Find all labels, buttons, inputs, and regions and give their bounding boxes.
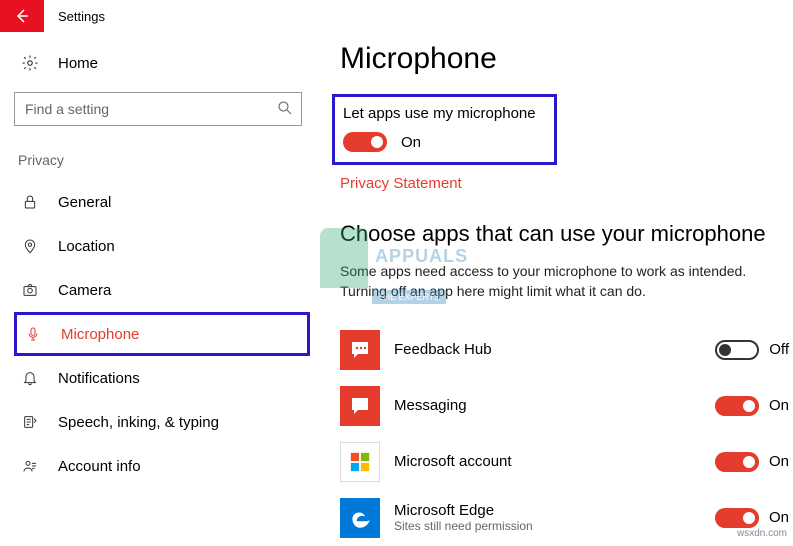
sidebar-item-camera[interactable]: Camera bbox=[14, 268, 310, 312]
sidebar: Home Privacy General Location Camera Mic… bbox=[0, 32, 312, 543]
search-icon bbox=[276, 99, 294, 122]
app-toggle-state: Off bbox=[769, 341, 789, 358]
sidebar-item-notifications[interactable]: Notifications bbox=[14, 356, 310, 400]
sidebar-item-label: Camera bbox=[58, 282, 111, 299]
app-name: Feedback Hub bbox=[394, 341, 715, 358]
app-toggle-messaging[interactable] bbox=[715, 396, 759, 416]
sidebar-item-account[interactable]: Account info bbox=[14, 444, 310, 488]
app-name: Microsoft Edge bbox=[394, 502, 715, 519]
lock-icon bbox=[20, 194, 40, 210]
sidebar-item-microphone[interactable]: Microphone bbox=[14, 312, 310, 356]
speech-icon bbox=[20, 414, 40, 430]
app-toggle-microsoft-account[interactable] bbox=[715, 452, 759, 472]
feedback-hub-icon bbox=[340, 330, 380, 370]
sidebar-item-location[interactable]: Location bbox=[14, 224, 310, 268]
nav-group-label: Privacy bbox=[18, 152, 312, 168]
app-toggle-state: On bbox=[769, 509, 789, 526]
app-row-messaging: Messaging On bbox=[340, 378, 793, 434]
app-subtext: Sites still need permission bbox=[394, 519, 715, 533]
sidebar-item-general[interactable]: General bbox=[14, 180, 310, 224]
search-input[interactable] bbox=[14, 92, 302, 126]
master-toggle-label: Let apps use my microphone bbox=[343, 105, 536, 122]
arrow-left-icon bbox=[14, 8, 30, 24]
sidebar-item-label: Speech, inking, & typing bbox=[58, 414, 219, 431]
home-label: Home bbox=[58, 55, 98, 72]
location-icon bbox=[20, 238, 40, 254]
camera-icon bbox=[20, 282, 40, 298]
app-toggle-feedback-hub[interactable] bbox=[715, 340, 759, 360]
app-toggle-state: On bbox=[769, 397, 789, 414]
privacy-statement-link[interactable]: Privacy Statement bbox=[340, 175, 462, 192]
sidebar-item-label: Location bbox=[58, 238, 115, 255]
back-button[interactable] bbox=[0, 0, 44, 32]
window-title: Settings bbox=[58, 9, 105, 24]
home-nav[interactable]: Home bbox=[14, 46, 312, 80]
sidebar-item-label: Account info bbox=[58, 458, 141, 475]
sidebar-item-label: General bbox=[58, 194, 111, 211]
account-icon bbox=[20, 458, 40, 474]
sidebar-item-speech[interactable]: Speech, inking, & typing bbox=[14, 400, 310, 444]
messaging-icon bbox=[340, 386, 380, 426]
app-name: Messaging bbox=[394, 397, 715, 414]
bell-icon bbox=[20, 370, 40, 386]
app-toggle-microsoft-edge[interactable] bbox=[715, 508, 759, 528]
app-row-microsoft-edge: Microsoft Edge Sites still need permissi… bbox=[340, 490, 793, 546]
sidebar-item-label: Notifications bbox=[58, 370, 140, 387]
master-toggle[interactable] bbox=[343, 132, 387, 152]
app-row-microsoft-account: Microsoft account On bbox=[340, 434, 793, 490]
apps-description: Some apps need access to your microphone… bbox=[340, 261, 760, 302]
app-toggle-state: On bbox=[769, 453, 789, 470]
gear-icon bbox=[20, 54, 40, 72]
master-toggle-state: On bbox=[401, 134, 421, 151]
apps-subheading: Choose apps that can use your microphone bbox=[340, 221, 793, 247]
microphone-icon bbox=[23, 326, 43, 342]
footer-watermark: wsxdn.com bbox=[737, 528, 787, 539]
microsoft-account-icon bbox=[340, 442, 380, 482]
page-heading: Microphone bbox=[340, 42, 793, 76]
content-pane: Microphone Let apps use my microphone On… bbox=[312, 32, 793, 543]
sidebar-item-label: Microphone bbox=[61, 326, 139, 343]
app-name: Microsoft account bbox=[394, 453, 715, 470]
edge-icon bbox=[340, 498, 380, 538]
app-row-feedback-hub: Feedback Hub Off bbox=[340, 322, 793, 378]
master-toggle-section: Let apps use my microphone On bbox=[332, 94, 557, 165]
